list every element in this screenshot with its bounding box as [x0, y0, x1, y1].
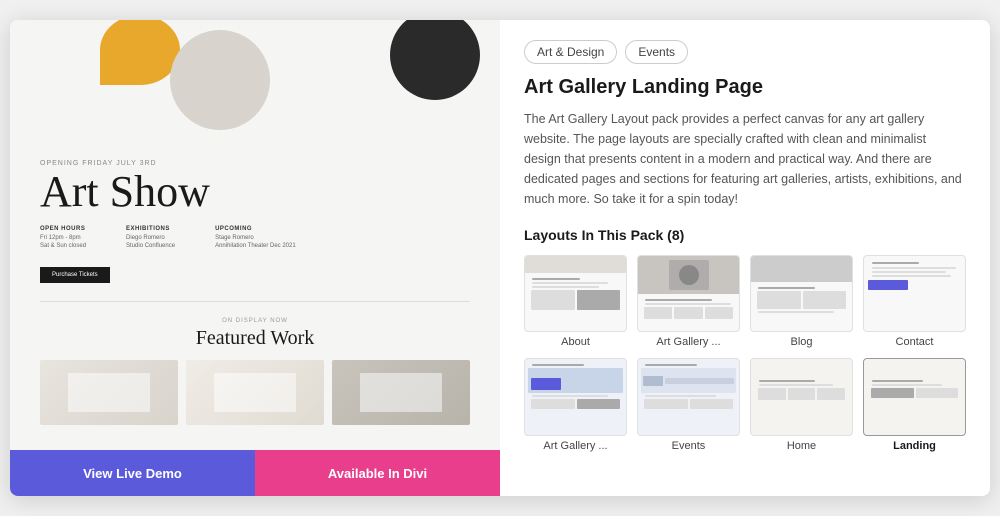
art-show-meta: Open Hours Fri 12pm - 8pmSat & Sun close…	[40, 226, 470, 251]
art-show-preview: Opening Friday July 3rd Art Show Open Ho…	[10, 20, 500, 450]
modal-container: Opening Friday July 3rd Art Show Open Ho…	[10, 20, 990, 496]
featured-section: On Display Now Featured Work	[10, 310, 500, 433]
thumb-inner-2	[214, 373, 297, 412]
bottom-buttons: View Live Demo Available In Divi	[10, 450, 500, 496]
open-hours-col: Open Hours Fri 12pm - 8pmSat & Sun close…	[40, 226, 86, 251]
thumb-inner-3	[360, 373, 443, 412]
layout-item-landing[interactable]: Landing	[863, 358, 966, 451]
on-display-text: On Display Now	[40, 318, 470, 324]
layout-label-blog: Blog	[790, 336, 812, 348]
purchase-tickets-button[interactable]: Purchase Tickets	[40, 267, 110, 283]
open-hours-value: Fri 12pm - 8pmSat & Sun closed	[40, 234, 86, 251]
layout-thumb-landing	[863, 358, 966, 435]
shape-yellow	[100, 20, 180, 85]
layouts-heading: Layouts In This Pack (8)	[524, 227, 966, 243]
shape-dark	[390, 20, 480, 100]
art-show-title: Art Show	[40, 170, 470, 214]
layout-item-contact[interactable]: Contact	[863, 255, 966, 348]
featured-title: Featured Work	[40, 327, 470, 350]
layout-thumb-artgallery2	[524, 358, 627, 435]
layout-thumb-blog	[750, 255, 853, 332]
exhibitions-col: Exhibitions Diego RomeroStudio Confluenc…	[126, 226, 175, 251]
layout-label-artgallery2: Art Gallery ...	[543, 440, 607, 452]
thumb-inner-1	[68, 373, 151, 412]
upcoming-value: Stage RomeroAnnihilation Theater Dec 202…	[215, 234, 296, 251]
layout-label-landing: Landing	[893, 440, 936, 452]
layout-item-home[interactable]: Home	[750, 358, 853, 451]
open-hours-label: Open Hours	[40, 226, 86, 232]
tag-events[interactable]: Events	[625, 40, 688, 64]
view-live-demo-button[interactable]: View Live Demo	[10, 450, 255, 496]
layout-thumb-contact	[863, 255, 966, 332]
gallery-images	[40, 360, 470, 425]
layout-label-about: About	[561, 336, 590, 348]
layout-item-events[interactable]: Events	[637, 358, 740, 451]
upcoming-col: Upcoming Stage RomeroAnnihilation Theate…	[215, 226, 296, 251]
layout-thumb-about	[524, 255, 627, 332]
preview-area: Opening Friday July 3rd Art Show Open Ho…	[10, 20, 500, 450]
layout-label-events: Events	[672, 440, 706, 452]
description-text: The Art Gallery Layout pack provides a p…	[524, 109, 966, 209]
gallery-thumb-1	[40, 360, 178, 425]
layout-thumb-events	[637, 358, 740, 435]
layout-thumb-home	[750, 358, 853, 435]
layout-thumb-artgallery1	[637, 255, 740, 332]
layout-label-home: Home	[787, 440, 816, 452]
divider	[40, 301, 470, 302]
layout-label-contact: Contact	[896, 336, 934, 348]
art-show-main: Opening Friday July 3rd Art Show Open Ho…	[10, 150, 500, 293]
opening-text: Opening Friday July 3rd	[40, 160, 470, 167]
gallery-thumb-2	[186, 360, 324, 425]
exhibitions-value: Diego RomeroStudio Confluence	[126, 234, 175, 251]
layout-item-artgallery1[interactable]: Art Gallery ...	[637, 255, 740, 348]
layout-item-artgallery2[interactable]: Art Gallery ...	[524, 358, 627, 451]
layout-item-about[interactable]: About	[524, 255, 627, 348]
tag-art-design[interactable]: Art & Design	[524, 40, 617, 64]
left-panel: Opening Friday July 3rd Art Show Open Ho…	[10, 20, 500, 496]
gallery-thumb-3	[332, 360, 470, 425]
shape-gray	[170, 30, 270, 130]
preview-top	[10, 20, 500, 150]
upcoming-label: Upcoming	[215, 226, 296, 232]
layout-item-blog[interactable]: Blog	[750, 255, 853, 348]
right-panel: Art & Design Events Art Gallery Landing …	[500, 20, 990, 496]
exhibitions-label: Exhibitions	[126, 226, 175, 232]
layout-label-artgallery1: Art Gallery ...	[656, 336, 720, 348]
page-title: Art Gallery Landing Page	[524, 76, 966, 99]
available-in-divi-button[interactable]: Available In Divi	[255, 450, 500, 496]
tags-row: Art & Design Events	[524, 40, 966, 64]
layouts-grid: About	[524, 255, 966, 452]
